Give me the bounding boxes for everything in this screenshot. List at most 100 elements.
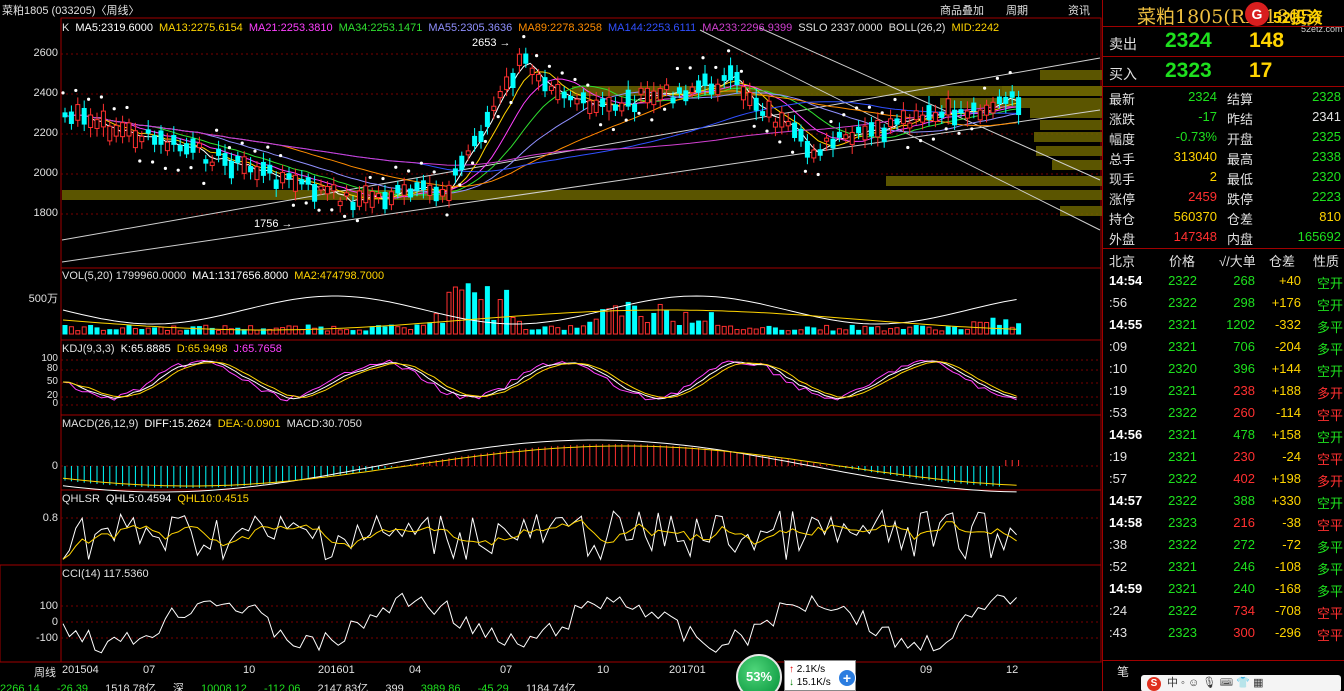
overlay-commodity-link[interactable]: 商品叠加 <box>940 2 984 18</box>
sar-dot <box>893 97 897 102</box>
tick-row[interactable]: :53 2322 260 -114 空平 <box>1103 402 1344 424</box>
stat-row: 涨停 2459 跌停 2223 <box>1103 187 1344 207</box>
candle-body <box>356 190 362 207</box>
tick-row[interactable]: 14:57 2322 388 +330 空开 <box>1103 490 1344 512</box>
candle-body <box>440 188 446 197</box>
cci-axis-label: 0 <box>51 616 58 628</box>
candle-body <box>1009 91 1015 98</box>
sar-dot <box>765 129 769 133</box>
indicator-value: MA55:2305.3636 <box>428 22 513 34</box>
volume-bar <box>766 325 772 335</box>
date-label: 201701 <box>669 664 706 676</box>
cci-axis-label: -100 <box>35 632 58 644</box>
ime-toolbar[interactable]: S 中 ◦ ☺ 🎙 ⌨ 👕 ▦ <box>1141 675 1341 691</box>
candle-body <box>580 92 586 104</box>
volume-bar <box>990 317 996 335</box>
candle-body <box>587 100 593 114</box>
volume-bar <box>760 327 766 335</box>
stat-label: 最低 <box>1227 172 1254 187</box>
period-link[interactable]: 周期 <box>1006 2 1028 18</box>
tick-row[interactable]: :57 2322 402 +198 多开 <box>1103 468 1344 490</box>
candle-body <box>81 107 87 125</box>
tick-row[interactable]: 14:59 2321 240 -168 多平 <box>1103 578 1344 600</box>
tick-volume: 396 <box>1233 361 1255 376</box>
tick-row[interactable]: :10 2320 396 +144 空开 <box>1103 358 1344 380</box>
tick-row[interactable]: 14:58 2323 216 -38 空平 <box>1103 512 1344 534</box>
volume-bar <box>574 327 580 335</box>
tick-oi-change: +40 <box>1278 273 1301 288</box>
tick-header-oi: 仓差 <box>1269 254 1296 269</box>
sar-dot <box>189 166 193 170</box>
volume-bar <box>728 325 734 335</box>
tick-row[interactable]: 14:55 2321 1202 -332 多平 <box>1103 314 1344 336</box>
candle-body <box>491 105 497 111</box>
tick-time: :09 <box>1109 339 1128 354</box>
sar-dot <box>445 213 449 217</box>
plus-icon[interactable]: + <box>838 669 856 687</box>
volume-bar <box>337 329 343 335</box>
stat-label: 内盘 <box>1227 232 1254 247</box>
candle-body <box>331 184 337 192</box>
stat-row: 现手 2 最低 2320 <box>1103 167 1344 187</box>
tick-row[interactable]: :19 2321 238 +188 多开 <box>1103 380 1344 402</box>
period-label[interactable]: 周线 <box>34 664 56 680</box>
tick-oi-change: +158 <box>1271 427 1301 442</box>
candle-body <box>632 103 638 113</box>
candle-body <box>216 148 222 156</box>
volume-bar <box>235 327 241 335</box>
candle-body <box>401 184 407 196</box>
tick-row[interactable]: :43 2323 300 -296 空平 <box>1103 622 1344 644</box>
volume-bar <box>472 292 478 335</box>
volume-bar <box>856 329 862 335</box>
tick-row[interactable]: :38 2322 272 -72 多平 <box>1103 534 1344 556</box>
volume-profile-bar <box>1034 132 1102 142</box>
candle-body <box>721 75 727 81</box>
stat-value: 2 <box>1209 169 1217 184</box>
sogou-icon: S <box>1147 677 1161 691</box>
stat-label: 跌停 <box>1227 192 1254 207</box>
volume-bar <box>280 327 286 335</box>
volume-bar <box>62 325 68 335</box>
stat-label: 涨停 <box>1109 192 1136 207</box>
sar-dot <box>368 175 372 180</box>
volume-bar <box>734 329 740 335</box>
kline-chart-area[interactable]: 菜粕1805 (033205)〈周线〉 商品叠加 周期 资讯 K MA5:2319… <box>0 0 1102 691</box>
tick-list[interactable]: 14:54 2322 268 +40 空开:56 2322 298 +176 空开 14:55 23… <box>1103 270 1344 644</box>
tick-volume: 300 <box>1233 625 1255 640</box>
sar-dot <box>752 124 756 128</box>
high-annotation: 2653 → <box>472 37 511 49</box>
volume-bar <box>132 327 138 335</box>
macd-axis-label: 0 <box>51 460 58 472</box>
tick-row[interactable]: 14:56 2321 478 +158 空开 <box>1103 424 1344 446</box>
tick-row[interactable]: :09 2321 706 -204 多平 <box>1103 336 1344 358</box>
tick-row[interactable]: :52 2321 246 -108 多平 <box>1103 556 1344 578</box>
sar-dot <box>701 56 705 60</box>
tick-row[interactable]: :24 2322 734 -708 空平 <box>1103 600 1344 622</box>
volume-bar <box>747 327 753 335</box>
sar-dot <box>151 160 155 164</box>
candle-body <box>62 112 68 118</box>
sar-dot <box>663 107 667 111</box>
volume-bar <box>484 286 490 335</box>
stat-row: 总手 313040 最高 2338 <box>1103 147 1344 167</box>
date-label: 07 <box>143 664 156 676</box>
indicator-value: MA89:2278.3258 <box>518 22 602 34</box>
volume-bar <box>523 329 529 335</box>
tick-row[interactable]: 14:54 2322 268 +40 空开 <box>1103 270 1344 292</box>
candle-body <box>670 97 676 104</box>
tick-row[interactable]: :56 2322 298 +176 空开 <box>1103 292 1344 314</box>
news-link[interactable]: 资讯 <box>1068 2 1090 18</box>
tick-price: 2321 <box>1168 317 1197 332</box>
tick-price: 2323 <box>1168 625 1197 640</box>
indicator-value: MA5:2319.6000 <box>75 22 154 34</box>
volume-bar <box>888 328 894 335</box>
indicator-value: QHL5:0.4594 <box>105 493 172 505</box>
candle-body <box>715 83 721 96</box>
date-label: 09 <box>920 664 933 676</box>
indicator-value: QHL10:0.4515 <box>177 493 249 505</box>
volume-bar <box>606 308 612 335</box>
tick-row[interactable]: :19 2321 230 -24 空平 <box>1103 446 1344 468</box>
volume-bar <box>811 327 817 335</box>
candle-body <box>414 182 420 191</box>
sar-dot <box>240 141 244 145</box>
